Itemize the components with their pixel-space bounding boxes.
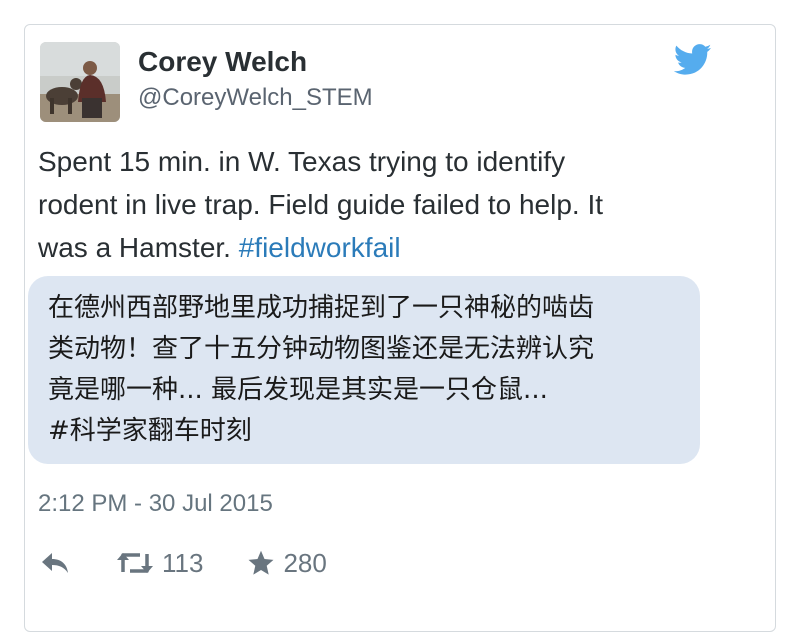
user-handle[interactable]: @CoreyWelch_STEM [138, 84, 373, 112]
favorite-button[interactable]: 280 [247, 547, 327, 579]
tweet-text: Spent 15 min. in W. Texas trying to iden… [38, 140, 718, 269]
translation-line: 竟是哪一种... 最后发现是其实是一只仓鼠... [48, 375, 548, 405]
favorite-count: 280 [283, 547, 327, 578]
translation-line: #科学家翻车时刻 [48, 416, 252, 446]
star-icon [248, 550, 274, 575]
translation-bubble: 在德州西部野地里成功捕捉到了一只神秘的啮齿 类动物！查了十五分钟动物图鉴还是无法… [28, 276, 700, 464]
tweet-text-line: Spent 15 min. in W. Texas trying to iden… [38, 146, 566, 177]
hashtag-link[interactable]: #fieldworkfail [239, 232, 401, 263]
translation-line: 类动物！查了十五分钟动物图鉴还是无法辨认究 [48, 334, 595, 364]
tweet-timestamp[interactable]: 2:12 PM - 30 Jul 2015 [38, 490, 273, 518]
avatar[interactable] [40, 42, 120, 122]
tweet-text-line: rodent in live trap. Field guide failed … [38, 189, 604, 220]
reply-button[interactable] [40, 551, 70, 575]
retweet-count: 113 [162, 547, 204, 578]
tweet-actions: 113 280 [40, 547, 327, 579]
retweet-button[interactable]: 113 [116, 548, 203, 579]
tweet-text-fragment: was a Hamster. [38, 232, 239, 263]
twitter-bird-icon[interactable] [673, 44, 712, 76]
tweet-text-line: was a Hamster. #fieldworkfail [38, 226, 718, 269]
display-name[interactable]: Corey Welch [138, 46, 307, 78]
retweet-icon [117, 553, 153, 573]
reply-icon [42, 553, 68, 573]
translation-line: 在德州西部野地里成功捕捉到了一只神秘的啮齿 [48, 293, 595, 323]
